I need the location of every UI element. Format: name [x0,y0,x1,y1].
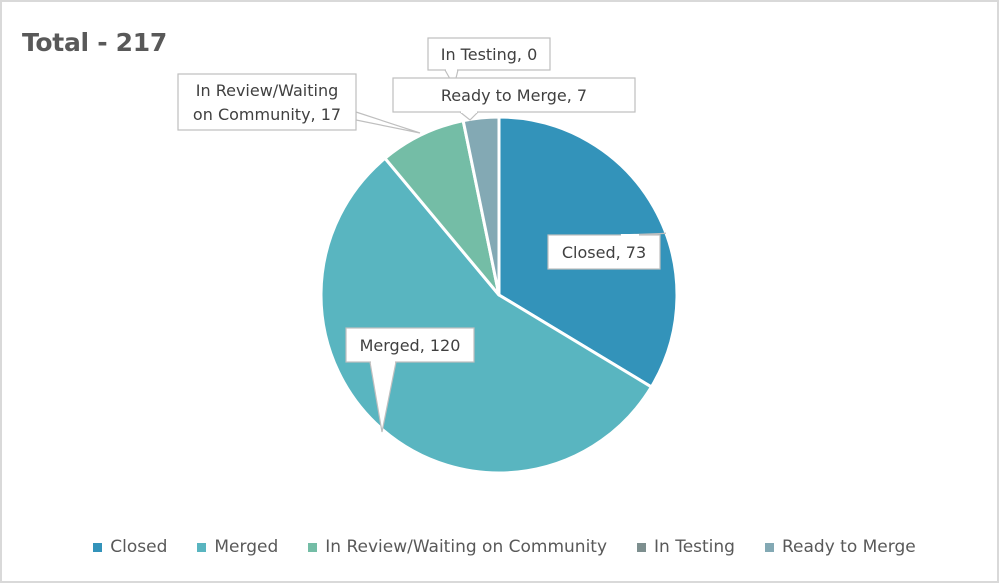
data-label-ready-to-merge: Ready to Merge, 7 [392,77,636,121]
legend-item-closed[interactable]: Closed [93,537,167,557]
legend-item-ready-to-merge[interactable]: Ready to Merge [764,537,916,557]
data-label-in-review-waiting-on-community: In Review/Waiting on Community, 17 [177,73,421,134]
pie-chart: Closed, 73 Merged, 120 In Review/Waiting on… [177,37,679,475]
callout-pointer [355,111,421,134]
data-label-text: Merged, 120 [360,336,461,355]
legend-label: In Testing [654,537,735,557]
data-label-text: on Community, 17 [193,105,341,124]
legend-item-in-testing[interactable]: In Testing [637,537,735,557]
legend-swatch [637,542,647,552]
legend-label: Merged [214,537,279,557]
legend-swatch [93,542,103,552]
data-label-text: Ready to Merge, 7 [441,86,587,105]
legend-swatch [308,542,318,552]
data-label-text: In Review/Waiting [196,81,338,100]
legend-label: Ready to Merge [781,537,916,557]
legend-item-merged[interactable]: Merged [197,537,278,557]
legend-swatch [764,542,774,552]
legend-label: Closed [110,537,168,557]
data-label-text: In Testing, 0 [441,45,538,64]
legend-label: In Review/Waiting on Community [325,537,608,557]
data-label-closed: Closed, 73 [547,232,667,270]
legend-swatch [197,542,207,552]
legend: Closed Merged In Review/Waiting on Communi… [0,537,999,557]
legend-item-in-review-waiting-on-community[interactable]: In Review/Waiting on Community [308,537,607,557]
data-label-text: Closed, 73 [562,243,646,262]
